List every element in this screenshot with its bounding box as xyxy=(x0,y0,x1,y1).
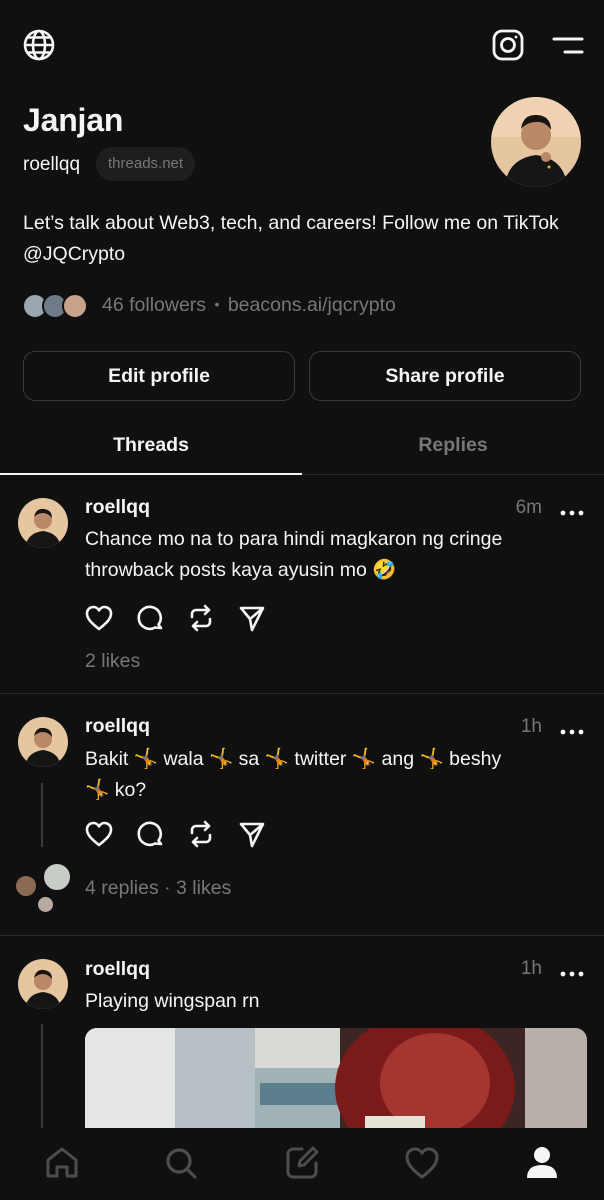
profile-icon[interactable] xyxy=(523,1144,561,1182)
bullet-separator: • xyxy=(214,296,220,312)
comment-icon[interactable] xyxy=(135,603,165,633)
post-avatar[interactable] xyxy=(18,717,68,767)
profile-name: Janjan xyxy=(23,102,124,138)
menu-icon[interactable] xyxy=(551,35,585,57)
post-username[interactable]: roellqq xyxy=(85,715,150,738)
profile-handle: roellqq xyxy=(23,154,81,175)
post-actions xyxy=(84,819,274,849)
post-time: 1h xyxy=(520,716,542,737)
home-icon[interactable] xyxy=(43,1144,81,1182)
active-tab-indicator xyxy=(0,473,302,475)
share-profile-button[interactable]: Share profile xyxy=(309,351,581,401)
share-icon[interactable] xyxy=(237,603,267,633)
post-username[interactable]: roellqq xyxy=(85,958,150,981)
thread-line xyxy=(41,783,43,847)
more-options-icon[interactable] xyxy=(560,723,584,735)
post-image[interactable] xyxy=(85,1028,587,1138)
heart-icon[interactable] xyxy=(84,603,114,633)
search-icon[interactable] xyxy=(162,1144,200,1182)
followers-line[interactable]: 46 followers • beacons.ai/jqcrypto xyxy=(102,294,396,317)
reply-avatars[interactable] xyxy=(14,862,72,914)
domain-badge[interactable]: threads.net xyxy=(96,147,196,181)
instagram-icon[interactable] xyxy=(491,28,525,62)
followers-count[interactable]: 46 followers xyxy=(102,294,206,316)
post-actions xyxy=(84,603,274,633)
post-username[interactable]: roellqq xyxy=(85,496,150,519)
share-icon[interactable] xyxy=(237,819,267,849)
post-divider xyxy=(0,935,604,936)
thread-line xyxy=(41,1024,43,1128)
post-text-line: Bakit 🤸 wala 🤸 sa 🤸 twitter 🤸 ang 🤸 besh… xyxy=(85,748,502,770)
follower-avatars[interactable] xyxy=(22,293,92,319)
post-text: Bakit 🤸 wala 🤸 sa 🤸 twitter 🤸 ang 🤸 besh… xyxy=(85,744,585,806)
bottom-nav xyxy=(0,1128,604,1200)
activity-heart-icon[interactable] xyxy=(403,1144,441,1182)
post-replies-likes[interactable]: 4 replies · 3 likes xyxy=(85,877,231,900)
repost-icon[interactable] xyxy=(186,603,216,633)
post-time: 1h xyxy=(520,958,542,979)
edit-profile-button[interactable]: Edit profile xyxy=(23,351,295,401)
globe-icon[interactable] xyxy=(22,28,56,62)
post-likes[interactable]: 2 likes xyxy=(85,650,140,673)
tab-replies[interactable]: Replies xyxy=(302,434,604,457)
tab-threads[interactable]: Threads xyxy=(0,434,302,457)
profile-link[interactable]: beacons.ai/jqcrypto xyxy=(228,294,396,316)
post-time: 6m xyxy=(515,497,542,518)
repost-icon[interactable] xyxy=(186,819,216,849)
post-avatar[interactable] xyxy=(18,498,68,548)
compose-icon[interactable] xyxy=(283,1144,321,1182)
post-avatar[interactable] xyxy=(18,959,68,1009)
more-options-icon[interactable] xyxy=(560,504,584,516)
post-text: Chance mo na to para hindi magkaron ng c… xyxy=(85,528,503,581)
post-text-line: 🤸 ko? xyxy=(85,779,147,801)
profile-avatar[interactable] xyxy=(491,97,581,187)
heart-icon[interactable] xyxy=(84,819,114,849)
comment-icon[interactable] xyxy=(135,819,165,849)
profile-bio: Let’s talk about Web3, tech, and careers… xyxy=(23,212,559,265)
post-text: Playing wingspan rn xyxy=(85,990,260,1012)
more-options-icon[interactable] xyxy=(560,965,584,977)
post-divider xyxy=(0,693,604,694)
